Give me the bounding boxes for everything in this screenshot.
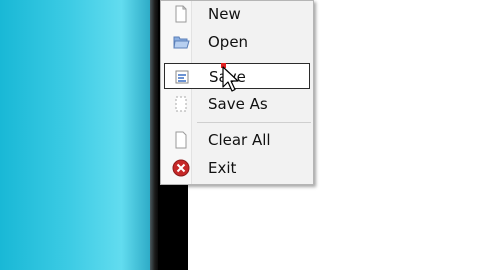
menu-separator bbox=[197, 122, 311, 123]
window-frame-edge bbox=[150, 0, 158, 270]
menu-item-label: Clear All bbox=[208, 131, 271, 149]
menu-item-clear-all[interactable]: Clear All bbox=[164, 127, 310, 153]
save-icon bbox=[175, 70, 189, 84]
clear-all-icon bbox=[175, 131, 187, 149]
menu-item-new[interactable]: New bbox=[164, 1, 310, 27]
new-document-icon bbox=[175, 5, 187, 23]
menu-item-exit[interactable]: Exit bbox=[164, 155, 310, 181]
desktop-background bbox=[0, 0, 152, 270]
menu-item-label: Save As bbox=[208, 95, 268, 113]
menu-item-label: Exit bbox=[208, 159, 237, 177]
save-as-icon bbox=[175, 96, 187, 112]
menu-item-label: Open bbox=[208, 33, 249, 51]
mouse-pointer-icon bbox=[221, 63, 239, 92]
menu-item-save-as[interactable]: Save As bbox=[164, 91, 310, 117]
open-folder-icon bbox=[173, 36, 190, 49]
menu-item-label: New bbox=[208, 5, 241, 23]
menu-item-open[interactable]: Open bbox=[164, 29, 310, 55]
exit-icon bbox=[172, 159, 190, 177]
